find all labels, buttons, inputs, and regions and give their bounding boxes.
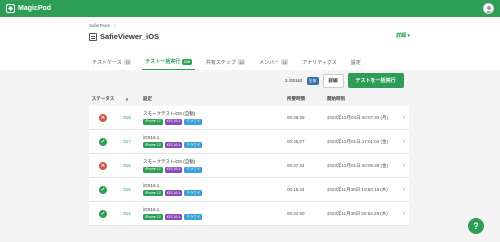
tab-members[interactable]: メンバー 11 (256, 54, 291, 70)
tab-count-badge: 11 (281, 59, 289, 65)
detail-button[interactable]: 詳細 (322, 73, 344, 88)
device-tag: iPhone 12 (143, 214, 163, 220)
passed-icon: ✓ (99, 137, 107, 146)
chevron-right-icon[interactable]: › (399, 211, 409, 217)
run-duration: 00:32:50 (287, 211, 305, 216)
tab-count-badge: 72 (123, 59, 132, 65)
chevron-right-icon[interactable]: › (399, 187, 409, 193)
project-header: SafieTeam › SafieViewer_iOS 詳細 ▾ テストケース … (0, 17, 500, 70)
os-tag: iOS 16.1 (164, 190, 183, 196)
run-duration: 00:45:07 (287, 139, 305, 144)
run-start-time: 2023年11月30日 09:54:29 (木) (327, 210, 388, 216)
run-title: iOS16.1 (143, 135, 160, 140)
table-row[interactable]: ✕ 316 スモークテストiOS (自動) iPhone 12 iOS 16.1… (89, 154, 409, 178)
tab-label: アナリティクス (302, 59, 337, 66)
tab-label: メンバー (259, 59, 280, 66)
header-duration: 所要時間 (287, 96, 305, 101)
tab-count-badge: 116 (182, 58, 192, 65)
table-row[interactable]: ✓ 315 iOS16.1 iPhone 12 iOS 16.1 クラウド 00… (89, 178, 409, 202)
tab-batch-runs[interactable]: テスト一括実行 116 (142, 54, 195, 70)
project-icon (89, 32, 97, 41)
tab-shared-steps[interactable]: 共有ステップ 13 (203, 54, 248, 70)
cloud-tag: クラウド (184, 166, 203, 173)
tab-test-cases[interactable]: テストケース 72 (89, 54, 134, 70)
table-row[interactable]: ✓ 317 iOS16.1 iPhone 12 iOS 16.1 クラウド 00… (89, 130, 409, 154)
failed-icon: ✕ (99, 161, 107, 170)
passed-icon: ✓ (99, 185, 107, 194)
header-settings: 設定 (143, 96, 152, 101)
run-number-link[interactable]: 315 (117, 187, 137, 192)
run-title: スモークテストiOS (自動) (143, 158, 196, 164)
tab-settings[interactable]: 設定 (348, 54, 364, 70)
run-count-text: 3 /26162 (285, 78, 303, 83)
passed-icon: ✓ (99, 209, 107, 218)
cloud-tag: クラウド (184, 214, 203, 220)
breadcrumb-team[interactable]: SafieTeam (89, 23, 110, 28)
chevron-right-icon[interactable]: › (399, 115, 409, 121)
table-header: ステータス # 設定 所要時間 開始時刻 (89, 92, 409, 106)
run-title: スモークテストiOS (自動) (143, 110, 196, 116)
table-row[interactable]: ✕ 318 スモークテストiOS (自動) iPhone 12 iOS 16.1… (89, 106, 409, 130)
detail-menu-button[interactable]: 詳細 ▾ (396, 32, 410, 39)
magicpod-logo-icon: ◆ (6, 4, 15, 13)
app-logo[interactable]: ◆ MagicPod (6, 4, 51, 13)
chevron-right-icon[interactable]: › (399, 139, 409, 145)
table-row[interactable]: ✓ 314 iOS16.1 iPhone 12 iOS 16.1 クラウド 00… (89, 202, 409, 226)
run-batch-button[interactable]: テストを一括実行 (347, 73, 404, 88)
tab-label: テストケース (92, 59, 122, 66)
breadcrumb-separator-icon: › (114, 23, 116, 28)
run-start-time: 2023年12月01日 00:06:28 (金) (327, 162, 389, 168)
help-button[interactable]: ? (468, 218, 484, 234)
run-duration: 00:38:59 (287, 115, 305, 120)
tab-label: 設定 (350, 59, 361, 66)
project-tabs: テストケース 72 テスト一括実行 116 共有ステップ 13 メンバー 11 … (89, 54, 364, 70)
project-title: SafieViewer_iOS (89, 32, 159, 41)
run-number-link[interactable]: 317 (117, 139, 137, 144)
run-duration: 00:37:34 (287, 163, 305, 168)
top-bar: ◆ MagicPod (0, 0, 500, 17)
device-tag: iPhone 12 (143, 166, 163, 173)
tab-analytics[interactable]: アナリティクス (299, 54, 339, 70)
run-number-link[interactable]: 314 (117, 211, 137, 216)
header-number: # (125, 96, 129, 102)
batch-run-table: ステータス # 設定 所要時間 開始時刻 ✕ 318 スモークテストiOS (自… (89, 92, 409, 226)
project-title-text: SafieViewer_iOS (100, 32, 160, 41)
run-title: iOS16.1 (143, 183, 160, 188)
batch-run-toolbar: 3 /26162 全体 詳細 テストを一括実行 (285, 73, 404, 88)
run-title: iOS16.1 (143, 207, 160, 212)
os-tag: iOS 16.1 (164, 214, 183, 220)
cloud-tag: クラウド (184, 190, 203, 196)
chevron-right-icon[interactable]: › (399, 163, 409, 169)
breadcrumb: SafieTeam › (89, 23, 116, 28)
os-tag: iOS 16.1 (164, 118, 183, 125)
app-name: MagicPod (18, 5, 52, 12)
device-tag: iPhone 12 (143, 118, 163, 125)
scope-select[interactable]: 全体 (306, 76, 319, 85)
os-tag: iOS 16.1 (164, 166, 183, 173)
failed-icon: ✕ (99, 113, 107, 122)
run-number-link[interactable]: 316 (117, 163, 137, 168)
run-start-time: 2023年12月04日 00:07:33 (月) (327, 114, 389, 120)
header-start-time: 開始時刻 (327, 96, 345, 101)
run-duration: 00:15:44 (287, 187, 305, 192)
header-status: ステータス (91, 96, 115, 101)
os-tag: iOS 16.1 (164, 142, 183, 148)
run-start-time: 2023年11月30日 10:50:16 (木) (327, 186, 388, 192)
tab-count-badge: 13 (237, 59, 246, 65)
cloud-tag: クラウド (184, 142, 203, 148)
cloud-tag: クラウド (184, 118, 203, 125)
tab-label: テスト一括実行 (145, 59, 181, 65)
run-number-link[interactable]: 318 (117, 115, 137, 120)
tab-label: 共有ステップ (205, 59, 236, 66)
user-avatar[interactable] (483, 3, 494, 14)
run-start-time: 2023年12月01日 17:01:04 (金) (327, 138, 389, 144)
device-tag: iPhone 12 (143, 142, 163, 148)
device-tag: iPhone 12 (143, 190, 163, 196)
